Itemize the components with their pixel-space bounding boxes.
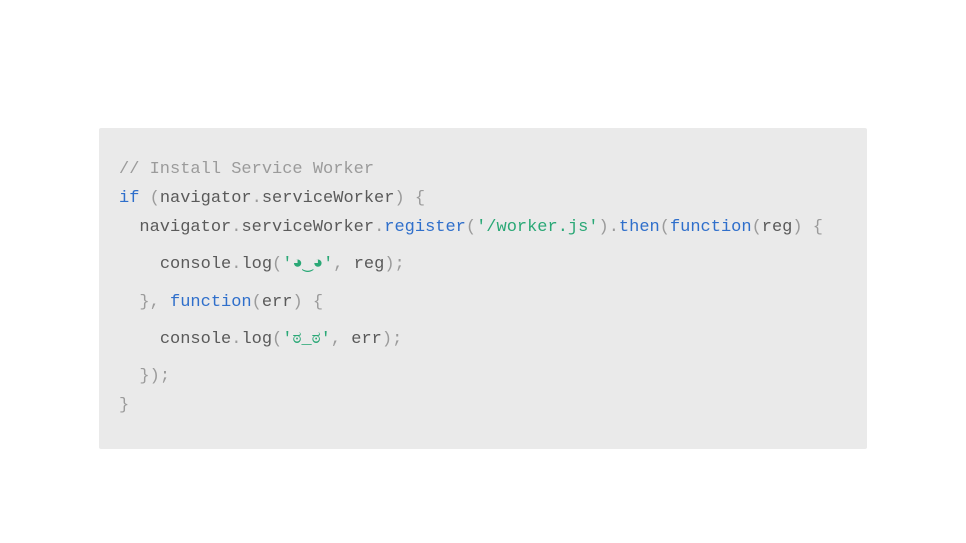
code-block: // Install Service Worker if (navigator.…: [99, 128, 867, 449]
ident-err: err: [351, 330, 382, 349]
ident-console: console: [160, 330, 231, 349]
paren-close: ): [150, 367, 160, 386]
indent: [119, 293, 139, 312]
brace-close: }: [139, 293, 149, 312]
paren-open: (: [272, 330, 282, 349]
code-line-8: }: [119, 392, 847, 421]
space: [341, 330, 351, 349]
paren-open: (: [660, 218, 670, 237]
paren-open: (: [752, 218, 762, 237]
dot: .: [252, 189, 262, 208]
paren-close: ): [384, 255, 394, 274]
semicolon: ;: [392, 330, 402, 349]
dot: .: [231, 218, 241, 237]
indent: [119, 367, 139, 386]
ident-console: console: [160, 255, 231, 274]
code-line-7: });: [119, 363, 847, 392]
blank-line: [119, 317, 847, 326]
code-line-6: console.log('ಠ_ಠ', err);: [119, 326, 847, 355]
string-worker-path: '/worker.js': [476, 218, 598, 237]
ident-serviceworker: serviceWorker: [262, 189, 395, 208]
comma: ,: [333, 255, 343, 274]
semicolon: ;: [395, 255, 405, 274]
blank-line: [119, 355, 847, 364]
semicolon: ;: [160, 367, 170, 386]
brace-open: {: [405, 189, 425, 208]
ident-navigator: navigator: [160, 189, 252, 208]
space: [344, 255, 354, 274]
code-line-1: // Install Service Worker: [119, 156, 847, 185]
paren-open: (: [150, 189, 160, 208]
brace-close: }: [139, 367, 149, 386]
code-line-2: if (navigator.serviceWorker) {: [119, 185, 847, 214]
paren-close: ): [599, 218, 609, 237]
keyword-if: if: [119, 189, 139, 208]
blank-line: [119, 280, 847, 289]
comma: ,: [331, 330, 341, 349]
method-log: log: [241, 330, 272, 349]
comma: ,: [150, 293, 160, 312]
paren-open: (: [252, 293, 262, 312]
code-line-5: }, function(err) {: [119, 289, 847, 318]
brace-open: {: [803, 218, 823, 237]
paren-open: (: [466, 218, 476, 237]
brace-open: {: [303, 293, 323, 312]
code-line-3: navigator.serviceWorker.register('/worke…: [119, 214, 847, 243]
method-log: log: [241, 255, 272, 274]
dot: .: [231, 330, 241, 349]
space: [160, 293, 170, 312]
paren-open: (: [272, 255, 282, 274]
dot: .: [609, 218, 619, 237]
keyword-function: function: [670, 218, 752, 237]
paren-close: ): [382, 330, 392, 349]
ident-navigator: navigator: [139, 218, 231, 237]
ident-reg: reg: [354, 255, 385, 274]
method-register: register: [384, 218, 466, 237]
string-happy-face: '◕‿◕': [282, 255, 333, 274]
dot: .: [374, 218, 384, 237]
ident-serviceworker: serviceWorker: [241, 218, 374, 237]
dot: .: [231, 255, 241, 274]
string-disapproval-face: 'ಠ_ಠ': [282, 330, 331, 349]
paren-close: ): [792, 218, 802, 237]
ident-reg: reg: [762, 218, 793, 237]
blank-line: [119, 243, 847, 252]
indent: [119, 218, 139, 237]
paren-close: ): [292, 293, 302, 312]
indent: [119, 330, 160, 349]
brace-close: }: [119, 396, 129, 415]
code-line-4: console.log('◕‿◕', reg);: [119, 251, 847, 280]
keyword-function: function: [170, 293, 252, 312]
indent: [119, 255, 160, 274]
comment-text: // Install Service Worker: [119, 160, 374, 179]
ident-err: err: [262, 293, 293, 312]
paren-close: ): [394, 189, 404, 208]
method-then: then: [619, 218, 660, 237]
space: [139, 189, 149, 208]
